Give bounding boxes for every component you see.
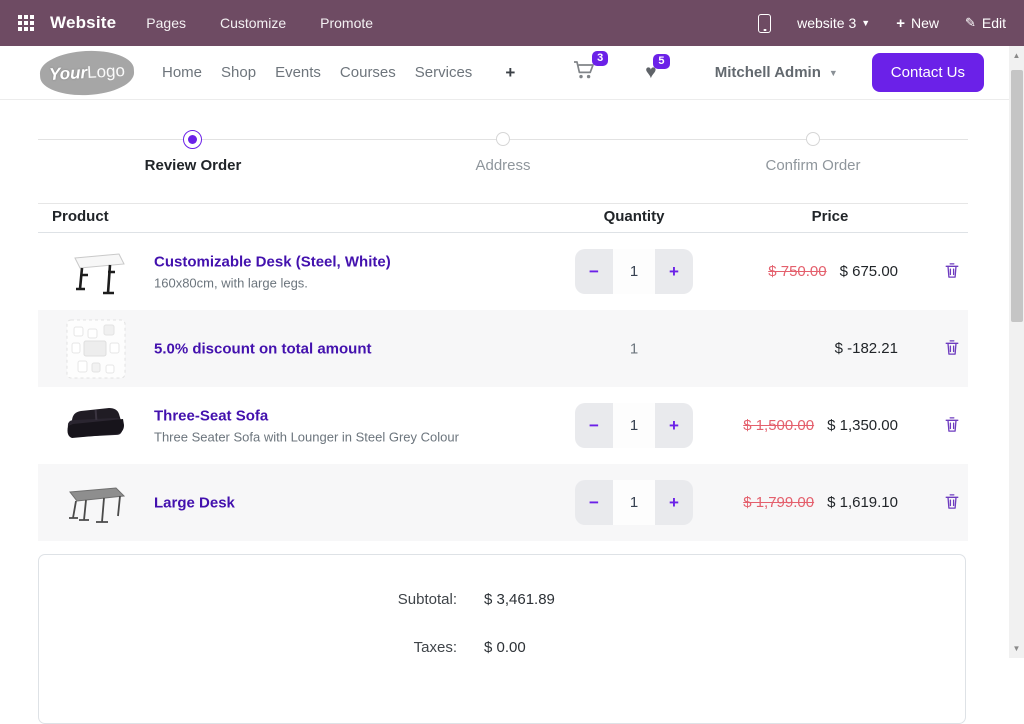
remove-item-button[interactable] <box>943 337 961 360</box>
quantity-stepper: − 1 + <box>575 249 693 294</box>
product-thumbnail[interactable] <box>63 395 129 456</box>
page-scrollbar[interactable]: ▲ ▼ <box>1009 46 1024 658</box>
cart-row: Large Desk − 1 + $ 1,799.00 $ 1,619.10 <box>38 464 968 541</box>
site-nav-links: Home Shop Events Courses Services + <box>162 63 515 83</box>
taxes-label: Taxes: <box>257 639 457 656</box>
wishlist-count-badge: 5 <box>653 54 669 69</box>
edit-button[interactable]: ✎Edit <box>965 15 1006 31</box>
remove-item-button[interactable] <box>943 491 961 514</box>
original-price: $ 1,500.00 <box>743 417 814 434</box>
order-summary-box: Subtotal: $ 3,461.89 Taxes: $ 0.00 <box>38 554 966 724</box>
app-title: Website <box>50 13 116 33</box>
remove-item-button[interactable] <box>943 260 961 283</box>
quantity-increase-button[interactable]: + <box>655 249 693 294</box>
product-thumbnail[interactable] <box>63 472 129 533</box>
mobile-preview-icon[interactable] <box>758 14 771 33</box>
pencil-icon: ✎ <box>965 15 976 31</box>
scroll-down-arrow[interactable]: ▼ <box>1009 644 1024 653</box>
quantity-input[interactable]: 1 <box>613 403 655 448</box>
contact-us-button[interactable]: Contact Us <box>872 53 984 92</box>
chevron-down-icon: ▼ <box>861 18 870 28</box>
nav-events[interactable]: Events <box>275 64 321 81</box>
column-header-product: Product <box>52 208 109 225</box>
column-header-quantity: Quantity <box>534 208 734 225</box>
unit-price: $ -182.21 <box>835 340 898 357</box>
cart-count-badge: 3 <box>592 51 608 66</box>
remove-item-button[interactable] <box>943 414 961 437</box>
product-thumbnail[interactable] <box>63 241 129 302</box>
scrollbar-thumb[interactable] <box>1011 70 1023 322</box>
trash-icon <box>945 339 959 355</box>
cart-rows: Customizable Desk (Steel, White) 160x80c… <box>38 233 968 541</box>
plus-icon: + <box>896 15 905 32</box>
site-logo[interactable]: YourLogo <box>39 48 135 97</box>
quantity-input[interactable]: 1 <box>613 249 655 294</box>
subtotal-label: Subtotal: <box>257 591 457 608</box>
menu-promote[interactable]: Promote <box>320 15 373 31</box>
menu-pages[interactable]: Pages <box>146 15 186 31</box>
product-name-link[interactable]: 5.0% discount on total amount <box>154 340 372 357</box>
product-thumbnail[interactable] <box>63 318 129 379</box>
admin-topbar: Website Pages Customize Promote website … <box>0 0 1024 46</box>
product-name-link[interactable]: Customizable Desk (Steel, White) <box>154 253 391 270</box>
site-navbar: YourLogo Home Shop Events Courses Servic… <box>0 46 1024 100</box>
quantity-increase-button[interactable]: + <box>655 480 693 525</box>
nav-courses[interactable]: Courses <box>340 64 396 81</box>
step-address[interactable]: Address <box>403 157 603 174</box>
user-name: Mitchell Admin <box>715 64 821 81</box>
subtotal-value: $ 3,461.89 <box>484 591 555 608</box>
original-price: $ 750.00 <box>768 263 826 280</box>
quantity-value: 1 <box>534 340 734 357</box>
trash-icon <box>945 416 959 432</box>
user-menu[interactable]: Mitchell Admin ▼ <box>715 64 838 81</box>
quantity-decrease-button[interactable]: − <box>575 249 613 294</box>
chevron-down-icon: ▼ <box>829 68 838 78</box>
add-page-icon[interactable]: + <box>505 63 515 83</box>
trash-icon <box>945 262 959 278</box>
step-dot-confirm-order <box>806 132 820 146</box>
product-description: 160x80cm, with large legs. <box>154 275 391 290</box>
quantity-increase-button[interactable]: + <box>655 403 693 448</box>
nav-shop[interactable]: Shop <box>221 64 256 81</box>
website-selector-label: website 3 <box>797 15 856 31</box>
product-name-link[interactable]: Large Desk <box>154 494 235 511</box>
cart-row: 5.0% discount on total amount 1 $ -182.2… <box>38 310 968 387</box>
table-top-border <box>38 203 968 204</box>
product-description: Three Seater Sofa with Lounger in Steel … <box>154 429 459 444</box>
cart-row: Customizable Desk (Steel, White) 160x80c… <box>38 233 968 310</box>
menu-customize[interactable]: Customize <box>220 15 286 31</box>
cart-row: Three-Seat Sofa Three Seater Sofa with L… <box>38 387 968 464</box>
taxes-value: $ 0.00 <box>484 639 526 656</box>
column-header-price: Price <box>730 208 930 225</box>
original-price: $ 1,799.00 <box>743 494 814 511</box>
quantity-stepper: − 1 + <box>575 403 693 448</box>
nav-home[interactable]: Home <box>162 64 202 81</box>
unit-price: $ 675.00 <box>840 263 898 280</box>
new-button[interactable]: +New <box>896 15 939 32</box>
step-dot-address <box>496 132 510 146</box>
quantity-decrease-button[interactable]: − <box>575 480 613 525</box>
step-dot-review-order <box>183 130 202 149</box>
step-confirm-order[interactable]: Confirm Order <box>713 157 913 174</box>
quantity-decrease-button[interactable]: − <box>575 403 613 448</box>
quantity-stepper: − 1 + <box>575 480 693 525</box>
quantity-input[interactable]: 1 <box>613 480 655 525</box>
unit-price: $ 1,619.10 <box>827 494 898 511</box>
cart-button[interactable]: 3 <box>573 60 595 85</box>
apps-grid-icon[interactable] <box>18 15 34 31</box>
nav-services[interactable]: Services <box>415 64 473 81</box>
website-selector[interactable]: website 3 ▼ <box>797 15 870 31</box>
wishlist-button[interactable]: ♥ 5 <box>645 63 656 83</box>
step-review-order[interactable]: Review Order <box>93 157 293 174</box>
unit-price: $ 1,350.00 <box>827 417 898 434</box>
product-name-link[interactable]: Three-Seat Sofa <box>154 407 459 424</box>
scroll-up-arrow[interactable]: ▲ <box>1009 51 1024 60</box>
trash-icon <box>945 493 959 509</box>
admin-menu: Pages Customize Promote <box>146 15 373 31</box>
